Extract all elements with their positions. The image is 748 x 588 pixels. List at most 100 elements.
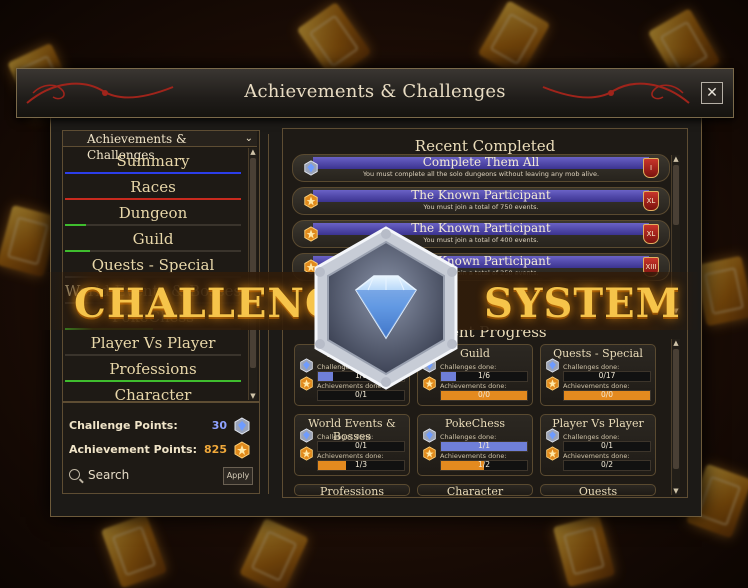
recent-achievement-row[interactable]: Complete Them All You must complete all t… [292,154,670,182]
recent-achievement-row[interactable]: The Known ParticipantYou must join a tot… [292,187,670,215]
achievements-done-label: Achievements done: [440,452,507,460]
challenges-done-label: Challenges done: [317,433,374,441]
progress-card[interactable]: Character [417,484,533,496]
recent-achievement-name: Complete Them All [422,155,540,169]
sidebar-item-label: Player Vs Player [90,334,216,352]
sidebar-item-category[interactable]: Guild [63,227,243,253]
progress-card-title: Professions [319,485,385,496]
challenges-count: 0/1 [354,441,368,450]
scroll-thumb[interactable] [250,158,256,368]
achievements-done-label: Achievements done: [563,382,630,390]
sidebar-item-label: Dungeon [118,204,188,222]
orange-star-icon [233,441,251,462]
category-progress-fill [65,224,87,226]
challenge-points-row: Challenge Points: 30 [69,417,253,438]
achievements-count: 1/3 [354,460,368,469]
challenge-points-label: Challenge Points: [69,419,178,432]
category-progress-fill [65,198,241,200]
achievements-progress: Achievements done: 0/2 [563,452,651,471]
challenges-count: 0/1 [600,441,614,450]
floating-card [239,517,309,588]
challenges-count: 0/17 [598,371,616,380]
recent-achievement-desc: You must complete all the solo dungeons … [362,170,600,178]
sidebar-item-category[interactable]: Player Vs Player [63,331,243,357]
category-progress-bar [65,354,241,356]
category-progress-bar [65,224,241,226]
progress-card[interactable]: Professions [294,484,410,496]
achievements-count: 0/0 [600,390,614,399]
blue-diamond-icon [545,428,560,447]
achievement-points-row: Achievement Points: 825 [69,441,253,462]
sidebar-item-category[interactable]: Dungeon [63,201,243,227]
orange-star-icon [299,446,314,465]
category-progress-bar [65,172,241,174]
progress-card-title: Character [446,485,504,496]
challenges-done-label: Challenges done: [440,433,497,441]
diamond-emblem-icon [314,226,458,390]
chevron-down-icon[interactable]: ⌄ [245,131,253,147]
achievements-progress: Achievements done: 1/3 [317,452,405,471]
sidebar-item-category[interactable]: Summary [63,149,243,175]
category-progress-bar [65,198,241,200]
category-progress-bar [65,250,241,252]
progress-card[interactable]: Quests - Special Challenges done: 0/17 Achi… [540,344,656,406]
progress-card[interactable]: World Events & Bosses Challenges done: 0/1… [294,414,410,476]
recent-achievement-name: The Known Participant [411,188,551,202]
scroll-up-icon[interactable]: ▲ [672,155,680,163]
challenges-done-label: Challenges done: [563,363,620,371]
sidebar-item-label: Guild [132,230,174,248]
progress-card[interactable]: PokeChess Challenges done: 1/1 Achievements… [417,414,533,476]
apply-button[interactable]: Apply [223,467,253,485]
shield-badge-icon: I [643,158,659,178]
orange-star-icon [545,446,560,465]
blue-diamond-icon [422,428,437,447]
blue-diamond-icon [299,428,314,447]
challenges-progress: Challenges done: 0/17 [563,363,651,382]
challenge-points-value: 30 [211,419,227,432]
achievements-count: 1/2 [477,460,491,469]
search-input[interactable]: Search [69,468,129,482]
banner-text-right: SYSTEM [484,280,681,327]
floating-card [552,514,616,588]
points-summary: Challenge Points: 30 Achievement Points:… [62,402,260,494]
sidebar-item-category[interactable]: Professions [63,357,243,383]
challenges-count: 1/1 [477,441,491,450]
challenges-progress: Challenges done: 0/1 [317,433,405,452]
shield-badge-icon: XL [643,224,659,244]
search-icon [69,469,80,480]
blue-diamond-icon [233,417,251,438]
category-dropdown[interactable]: Achievements & Challenges ⌄ [63,131,257,162]
sidebar-item-label: Summary [116,152,190,170]
progress-card-title: Quests [578,485,618,496]
challenges-progress: Challenges done: 1/1 [440,433,528,452]
recent-achievement-desc: You must join a total of 750 events. [423,203,539,211]
scroll-down-icon[interactable]: ▼ [672,487,680,495]
floating-card [694,255,748,327]
window-titlebar: Achievements & Challenges ✕ [16,68,734,118]
progress-card[interactable]: Quests [540,484,656,496]
achievement-points-label: Achievement Points: [69,443,197,456]
scroll-up-icon[interactable]: ▲ [249,148,257,156]
achievement-points-value: 825 [204,443,227,456]
achievements-done-label: Achievements done: [563,452,630,460]
search-placeholder: Search [88,468,130,482]
scroll-thumb[interactable] [673,349,679,469]
orange-star-icon [422,446,437,465]
shield-badge-icon: XL [643,191,659,211]
category-progress-fill [65,172,241,174]
scroll-down-icon[interactable]: ▼ [249,392,257,400]
scroll-thumb[interactable] [673,165,679,225]
sidebar-item-label: Professions [109,360,197,378]
floating-card [100,513,168,588]
achievements-progress: Achievements done: 1/2 [440,452,528,471]
progress-scrollbar[interactable]: ▲ ▼ [671,339,680,495]
orange-star-icon [545,376,560,395]
category-panel: Achievements & Challenges ⌄ Summary Races… [62,130,260,408]
close-button[interactable]: ✕ [701,82,723,104]
sidebar-item-category[interactable]: Races [63,175,243,201]
category-progress-fill [65,380,241,382]
floating-card [477,0,551,78]
recent-completed-title: Recent Completed [414,137,556,155]
progress-card[interactable]: Player Vs Player Challenges done: 0/1 Achie… [540,414,656,476]
category-progress-fill [65,250,90,252]
